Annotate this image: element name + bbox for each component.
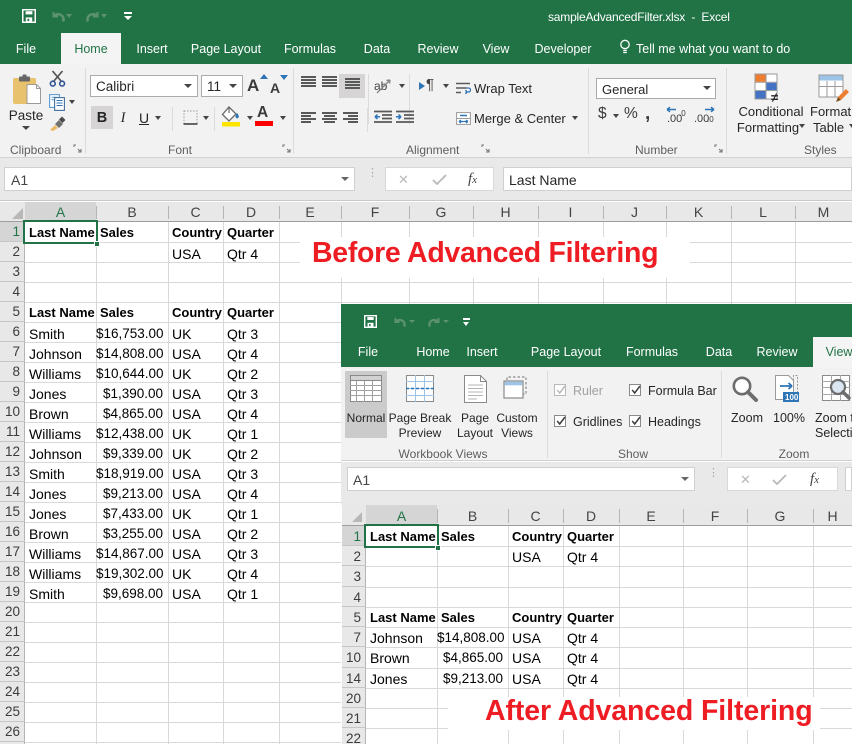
- svg-text:ab: ab: [374, 79, 388, 93]
- svg-text:.0: .0: [679, 109, 686, 118]
- svg-text:.0: .0: [707, 115, 714, 124]
- svg-text:≠: ≠: [771, 90, 778, 103]
- svg-text:100: 100: [785, 393, 799, 402]
